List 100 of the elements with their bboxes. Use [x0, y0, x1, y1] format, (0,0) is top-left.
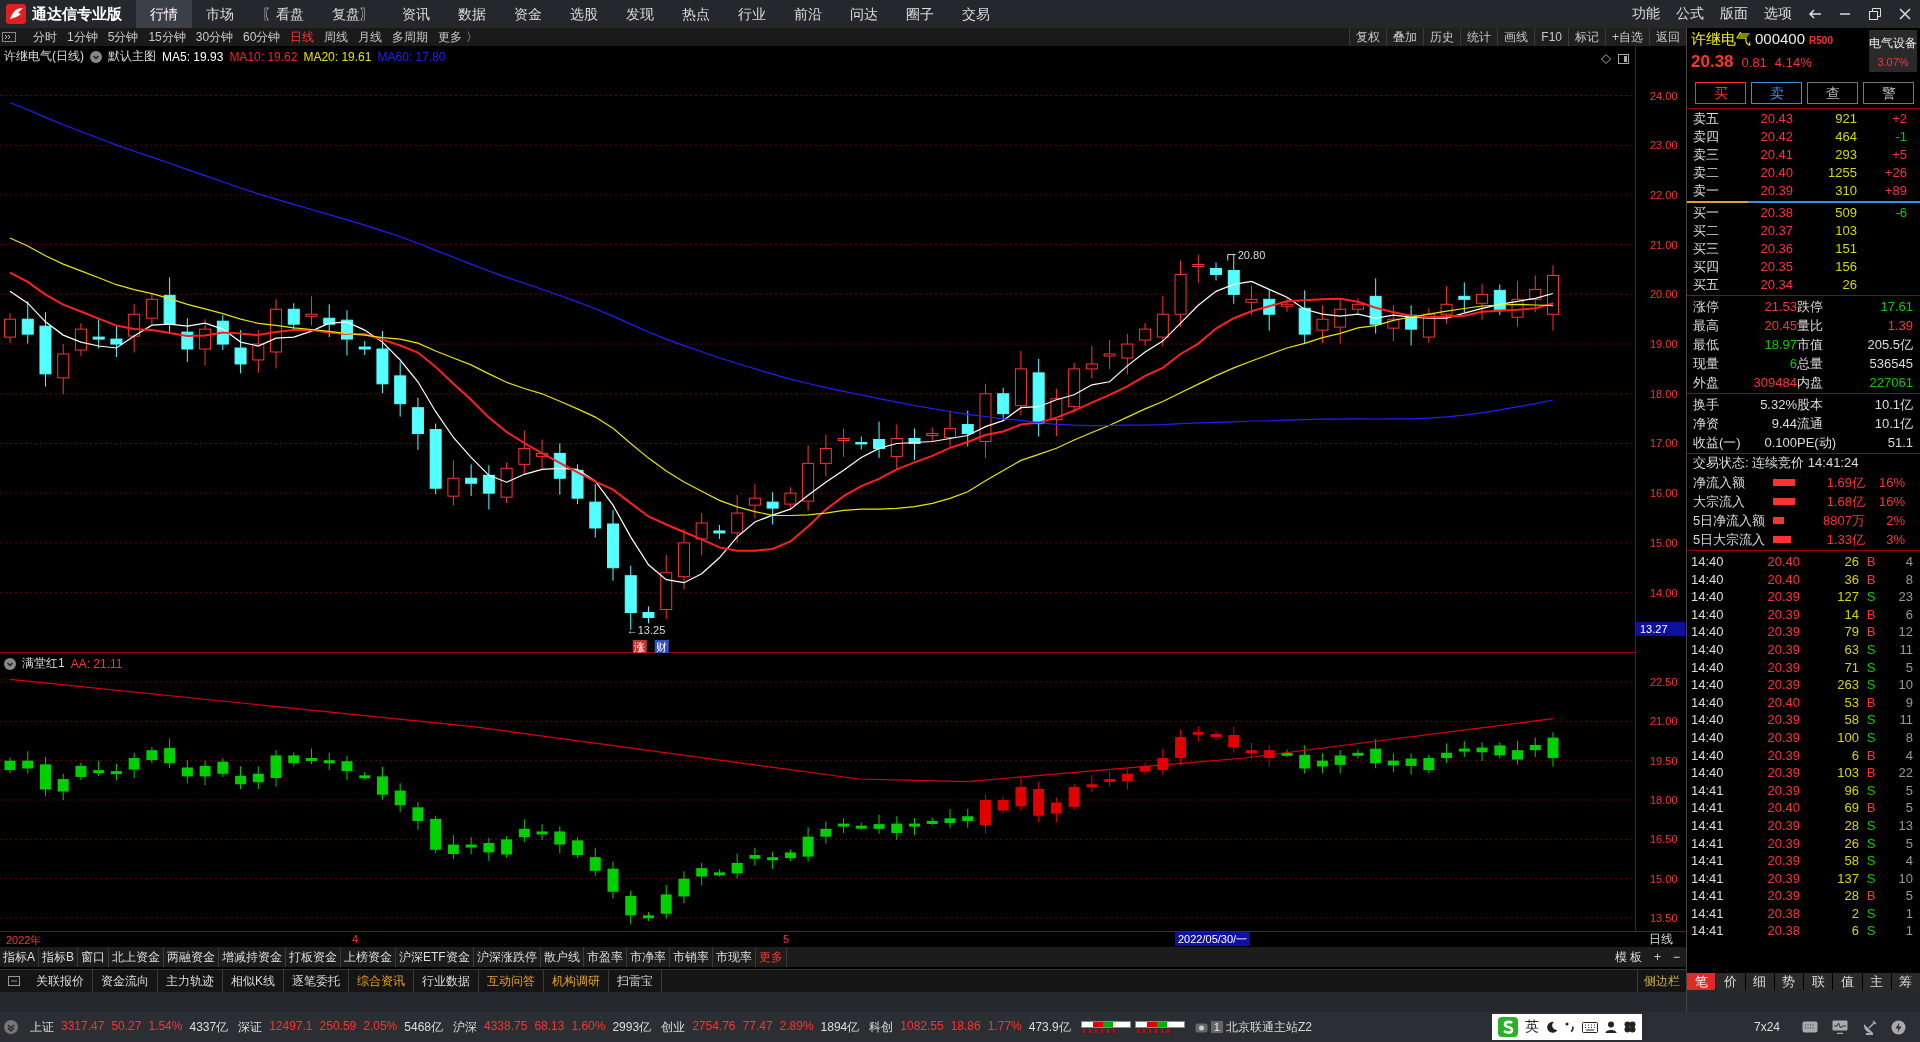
period-tab[interactable]: 更多 〉: [433, 28, 483, 46]
side-tab[interactable]: 联: [1804, 973, 1833, 990]
trade-count: 10: [1897, 676, 1913, 694]
trade-price: 20.40: [1766, 553, 1800, 571]
chart-tool-button[interactable]: F10: [1534, 28, 1568, 46]
indicator-tab[interactable]: 更多: [755, 947, 787, 967]
chart-tool-button[interactable]: 复权: [1349, 28, 1387, 46]
chart-tag: 涨: [632, 639, 647, 653]
flow-amount: 1.68亿: [1825, 493, 1865, 511]
action-button[interactable]: 卖: [1751, 82, 1802, 104]
menu-tab[interactable]: 前沿: [780, 0, 836, 28]
chart-tool-button[interactable]: 历史: [1423, 28, 1461, 46]
side-tab[interactable]: 笔: [1687, 973, 1716, 990]
period-tab[interactable]: 周线: [319, 28, 354, 46]
menu-tab[interactable]: 问达: [836, 0, 892, 28]
side-tab[interactable]: 势: [1774, 973, 1803, 990]
ime-toolbar[interactable]: 英: [1491, 1014, 1642, 1040]
menu-tab[interactable]: 市场: [192, 0, 248, 28]
action-button[interactable]: 查: [1807, 82, 1858, 104]
side-tab[interactable]: 筹: [1891, 973, 1920, 990]
index-value: 3317.47: [61, 1018, 105, 1035]
period-tab[interactable]: 60分钟: [238, 28, 286, 46]
service-label[interactable]: 7x24: [1753, 1020, 1780, 1034]
panel-control-button[interactable]: +: [1647, 947, 1667, 967]
period-tab[interactable]: 月线: [353, 28, 388, 46]
trade-price: 20.39: [1766, 605, 1800, 624]
order-volume: 310: [1834, 182, 1857, 200]
side-tab[interactable]: 主: [1862, 973, 1891, 990]
chart-tool-button[interactable]: 统计: [1460, 28, 1498, 46]
index-change: 50.27: [111, 1018, 142, 1035]
chart-tool-button[interactable]: 叠加: [1386, 28, 1424, 46]
order-level: 买二: [1693, 222, 1720, 240]
indicator-tab[interactable]: 市净率: [626, 947, 670, 967]
trade-price: 20.39: [1766, 728, 1800, 747]
indicator-tab[interactable]: 上榜资金: [341, 947, 397, 967]
menu-tab[interactable]: 行业: [724, 0, 780, 28]
menu-tab[interactable]: 〖看盘: [248, 0, 318, 28]
trade-side: S: [1865, 588, 1877, 606]
indicator-tab[interactable]: 市现率: [712, 947, 756, 967]
chart-tool-button[interactable]: +自选: [1605, 28, 1649, 46]
indicator-tab[interactable]: 市盈率: [583, 947, 627, 967]
stat-value: 309484: [1752, 374, 1797, 392]
period-tab[interactable]: 日线: [285, 28, 320, 46]
menu-tab[interactable]: 复盘〗: [318, 0, 388, 28]
menu-tab[interactable]: 发现: [612, 0, 668, 28]
trade-time: 14:41: [1691, 799, 1725, 817]
indicator-tab[interactable]: 市销率: [669, 947, 713, 967]
menu-tab[interactable]: 资讯: [388, 0, 444, 28]
menu-tab[interactable]: 数据: [444, 0, 500, 28]
menu-tab[interactable]: 行情: [136, 0, 192, 28]
period-tab[interactable]: 1分钟: [62, 28, 103, 46]
indicator-tab[interactable]: 指标A: [0, 947, 39, 967]
trade-side: B: [1865, 887, 1877, 905]
indicator-tab[interactable]: 沪深ETF资金: [396, 947, 474, 967]
period-tab[interactable]: 30分钟: [190, 28, 239, 46]
indicator-tab[interactable]: 指标B: [39, 947, 79, 967]
indicator-tab[interactable]: 窗口: [78, 947, 110, 967]
indicator-tab[interactable]: 散户线: [540, 947, 584, 967]
ime-mode[interactable]: 英: [1524, 1018, 1539, 1036]
chart-tool-button[interactable]: 返回: [1649, 28, 1686, 46]
trade-side: S: [1865, 904, 1877, 923]
menu-tab[interactable]: 热点: [668, 0, 724, 28]
menu-item[interactable]: 版面: [1712, 5, 1756, 23]
stat-label: 收益(一): [1693, 434, 1742, 452]
indicator-tab[interactable]: 两融资金: [164, 947, 220, 967]
period-tab[interactable]: 多周期: [387, 28, 434, 46]
menu-tab[interactable]: 圈子: [892, 0, 948, 28]
trade-count: 11: [1898, 640, 1913, 659]
menu-item[interactable]: 功能: [1624, 5, 1668, 23]
indicator-tab[interactable]: 增减持资金: [219, 947, 287, 967]
order-level: 卖一: [1693, 182, 1720, 200]
period-tab[interactable]: 分时: [28, 28, 62, 46]
trade-count: 5: [1904, 799, 1913, 817]
side-tab[interactable]: 值: [1833, 973, 1862, 990]
period-tab[interactable]: 5分钟: [102, 28, 144, 46]
menu-tab[interactable]: 选股: [556, 0, 612, 28]
indicator-tab[interactable]: 沪深涨跌停: [473, 947, 541, 967]
action-button[interactable]: 买: [1695, 82, 1746, 104]
stat-value: 9.44: [1770, 415, 1797, 433]
side-tab[interactable]: 细: [1745, 973, 1774, 990]
menu-tab[interactable]: 交易: [948, 0, 1004, 28]
sector-card[interactable]: 电气设备 3.07%: [1869, 30, 1917, 72]
order-price: 20.42: [1759, 128, 1793, 146]
stat-label: 现量: [1693, 355, 1720, 373]
menu-item[interactable]: 公式: [1668, 5, 1712, 23]
menu-tab[interactable]: 资金: [500, 0, 556, 28]
trade-count: 13: [1897, 816, 1913, 835]
chart-tool-button[interactable]: 画线: [1497, 28, 1535, 46]
indicator-tab[interactable]: 北上资金: [109, 947, 165, 967]
trade-price: 20.39: [1766, 887, 1800, 905]
side-tab[interactable]: 价: [1716, 973, 1745, 990]
trade-count: 4: [1904, 553, 1913, 571]
period-tab[interactable]: 15分钟: [143, 28, 191, 46]
menu-item[interactable]: 选项: [1756, 5, 1800, 23]
chart-tool-button[interactable]: 标记: [1568, 28, 1605, 46]
panel-control-button[interactable]: −: [1667, 947, 1686, 967]
indicator-tab[interactable]: 打板资金: [286, 947, 342, 967]
action-button[interactable]: 警: [1863, 82, 1914, 104]
trade-price: 20.40: [1766, 693, 1800, 712]
panel-control-button[interactable]: 模 板: [1608, 947, 1648, 967]
